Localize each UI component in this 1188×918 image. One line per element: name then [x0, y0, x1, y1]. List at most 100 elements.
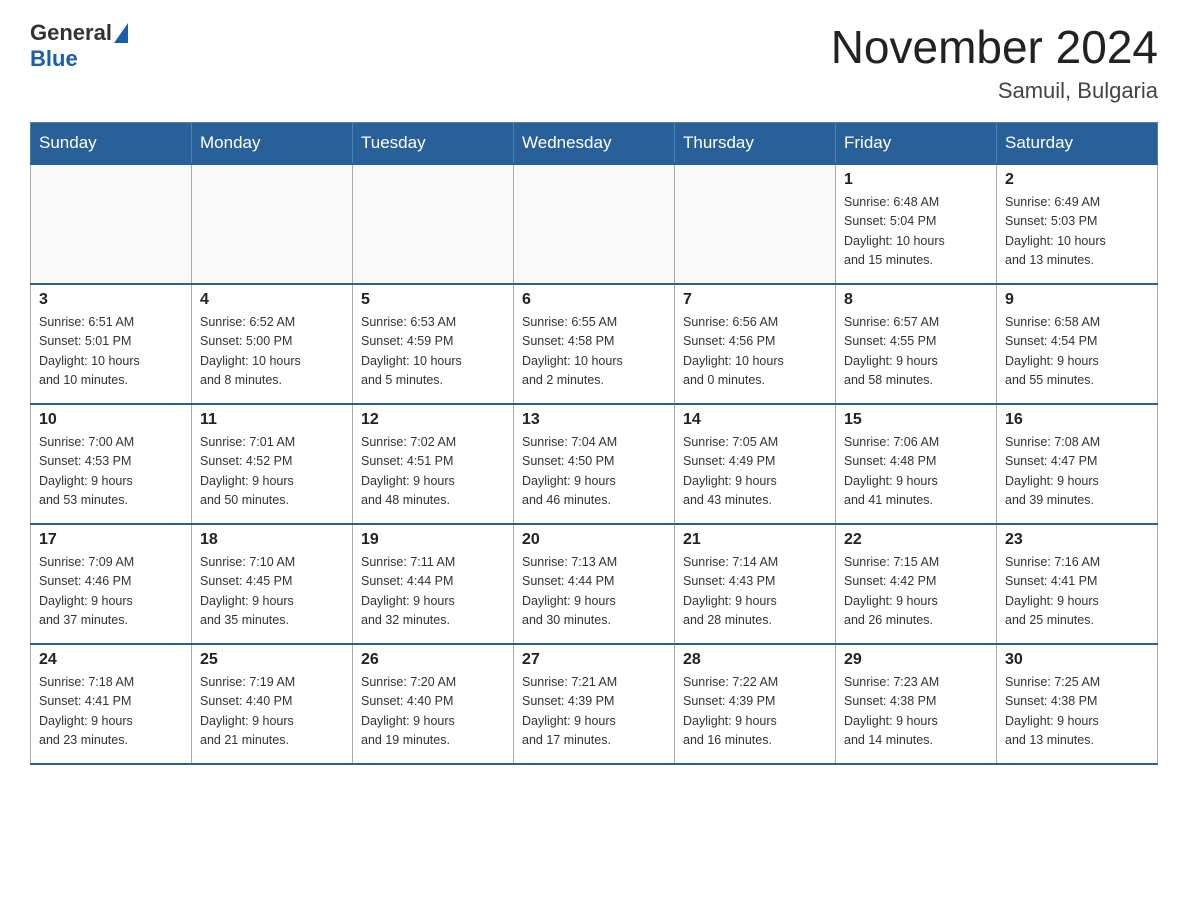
day-number: 18 [200, 531, 344, 549]
day-info: Sunrise: 7:01 AM Sunset: 4:52 PM Dayligh… [200, 433, 344, 511]
calendar-week-5: 24 Sunrise: 7:18 AM Sunset: 4:41 PM Dayli… [31, 644, 1158, 764]
day-info: Sunrise: 7:06 AM Sunset: 4:48 PM Dayligh… [844, 433, 988, 511]
day-info: Sunrise: 7:02 AM Sunset: 4:51 PM Dayligh… [361, 433, 505, 511]
day-info: Sunrise: 7:25 AM Sunset: 4:38 PM Dayligh… [1005, 673, 1149, 751]
day-number: 17 [39, 531, 183, 549]
day-info: Sunrise: 6:55 AM Sunset: 4:58 PM Dayligh… [522, 313, 666, 391]
calendar-cell: 12 Sunrise: 7:02 AM Sunset: 4:51 PM Dayli… [353, 404, 514, 524]
day-number: 24 [39, 651, 183, 669]
page-header: General Blue November 2024 Samuil, Bulga… [30, 20, 1158, 104]
day-info: Sunrise: 7:21 AM Sunset: 4:39 PM Dayligh… [522, 673, 666, 751]
day-number: 12 [361, 411, 505, 429]
day-number: 26 [361, 651, 505, 669]
calendar-cell: 27 Sunrise: 7:21 AM Sunset: 4:39 PM Dayli… [514, 644, 675, 764]
calendar-cell: 26 Sunrise: 7:20 AM Sunset: 4:40 PM Dayli… [353, 644, 514, 764]
calendar-cell: 24 Sunrise: 7:18 AM Sunset: 4:41 PM Dayli… [31, 644, 192, 764]
logo-blue: Blue [30, 46, 78, 72]
calendar-cell: 5 Sunrise: 6:53 AM Sunset: 4:59 PM Daylig… [353, 284, 514, 404]
calendar-cell: 6 Sunrise: 6:55 AM Sunset: 4:58 PM Daylig… [514, 284, 675, 404]
day-number: 3 [39, 291, 183, 309]
weekday-header-row: SundayMondayTuesdayWednesdayThursdayFrid… [31, 123, 1158, 165]
calendar-cell [31, 164, 192, 284]
calendar-cell [192, 164, 353, 284]
day-number: 29 [844, 651, 988, 669]
day-info: Sunrise: 7:18 AM Sunset: 4:41 PM Dayligh… [39, 673, 183, 751]
day-number: 9 [1005, 291, 1149, 309]
calendar-cell: 28 Sunrise: 7:22 AM Sunset: 4:39 PM Dayli… [675, 644, 836, 764]
calendar-week-1: 1 Sunrise: 6:48 AM Sunset: 5:04 PM Daylig… [31, 164, 1158, 284]
day-info: Sunrise: 7:22 AM Sunset: 4:39 PM Dayligh… [683, 673, 827, 751]
day-number: 1 [844, 171, 988, 189]
day-number: 7 [683, 291, 827, 309]
calendar-cell: 2Sunrise: 6:49 AM Sunset: 5:03 PM Daylig… [997, 164, 1158, 284]
day-number: 8 [844, 291, 988, 309]
weekday-header-sunday: Sunday [31, 123, 192, 165]
day-number: 27 [522, 651, 666, 669]
day-info: Sunrise: 7:00 AM Sunset: 4:53 PM Dayligh… [39, 433, 183, 511]
day-number: 15 [844, 411, 988, 429]
day-info: Sunrise: 7:11 AM Sunset: 4:44 PM Dayligh… [361, 553, 505, 631]
calendar-cell [514, 164, 675, 284]
calendar-cell: 22Sunrise: 7:15 AM Sunset: 4:42 PM Dayli… [836, 524, 997, 644]
day-number: 13 [522, 411, 666, 429]
day-info: Sunrise: 7:05 AM Sunset: 4:49 PM Dayligh… [683, 433, 827, 511]
day-number: 28 [683, 651, 827, 669]
calendar-cell: 20 Sunrise: 7:13 AM Sunset: 4:44 PM Dayli… [514, 524, 675, 644]
day-info: Sunrise: 7:10 AM Sunset: 4:45 PM Dayligh… [200, 553, 344, 631]
day-number: 20 [522, 531, 666, 549]
day-number: 4 [200, 291, 344, 309]
day-info: Sunrise: 7:09 AM Sunset: 4:46 PM Dayligh… [39, 553, 183, 631]
day-number: 10 [39, 411, 183, 429]
day-info: Sunrise: 7:08 AM Sunset: 4:47 PM Dayligh… [1005, 433, 1149, 511]
calendar-title: November 2024 [831, 20, 1158, 74]
calendar-cell: 3 Sunrise: 6:51 AM Sunset: 5:01 PM Daylig… [31, 284, 192, 404]
calendar-cell: 18 Sunrise: 7:10 AM Sunset: 4:45 PM Dayli… [192, 524, 353, 644]
day-info: Sunrise: 7:04 AM Sunset: 4:50 PM Dayligh… [522, 433, 666, 511]
weekday-header-wednesday: Wednesday [514, 123, 675, 165]
day-info: Sunrise: 7:14 AM Sunset: 4:43 PM Dayligh… [683, 553, 827, 631]
calendar-cell: 17 Sunrise: 7:09 AM Sunset: 4:46 PM Dayli… [31, 524, 192, 644]
calendar-cell: 13 Sunrise: 7:04 AM Sunset: 4:50 PM Dayli… [514, 404, 675, 524]
title-block: November 2024 Samuil, Bulgaria [831, 20, 1158, 104]
day-info: Sunrise: 6:48 AM Sunset: 5:04 PM Dayligh… [844, 193, 988, 271]
calendar-cell: 29Sunrise: 7:23 AM Sunset: 4:38 PM Dayli… [836, 644, 997, 764]
weekday-header-tuesday: Tuesday [353, 123, 514, 165]
day-number: 23 [1005, 531, 1149, 549]
calendar-cell [353, 164, 514, 284]
day-info: Sunrise: 6:53 AM Sunset: 4:59 PM Dayligh… [361, 313, 505, 391]
calendar-table: SundayMondayTuesdayWednesdayThursdayFrid… [30, 122, 1158, 765]
calendar-week-3: 10 Sunrise: 7:00 AM Sunset: 4:53 PM Dayli… [31, 404, 1158, 524]
calendar-week-2: 3 Sunrise: 6:51 AM Sunset: 5:01 PM Daylig… [31, 284, 1158, 404]
day-number: 25 [200, 651, 344, 669]
day-info: Sunrise: 7:20 AM Sunset: 4:40 PM Dayligh… [361, 673, 505, 751]
calendar-cell: 16 Sunrise: 7:08 AM Sunset: 4:47 PM Dayli… [997, 404, 1158, 524]
logo-general: General [30, 20, 112, 46]
day-number: 21 [683, 531, 827, 549]
day-number: 2 [1005, 171, 1149, 189]
calendar-subtitle: Samuil, Bulgaria [831, 78, 1158, 104]
day-info: Sunrise: 7:15 AM Sunset: 4:42 PM Dayligh… [844, 553, 988, 631]
day-info: Sunrise: 7:13 AM Sunset: 4:44 PM Dayligh… [522, 553, 666, 631]
calendar-cell: 15 Sunrise: 7:06 AM Sunset: 4:48 PM Dayli… [836, 404, 997, 524]
day-number: 11 [200, 411, 344, 429]
calendar-cell: 9Sunrise: 6:58 AM Sunset: 4:54 PM Daylig… [997, 284, 1158, 404]
day-number: 16 [1005, 411, 1149, 429]
calendar-cell: 4Sunrise: 6:52 AM Sunset: 5:00 PM Daylig… [192, 284, 353, 404]
calendar-cell: 8 Sunrise: 6:57 AM Sunset: 4:55 PM Daylig… [836, 284, 997, 404]
day-number: 5 [361, 291, 505, 309]
calendar-cell: 11 Sunrise: 7:01 AM Sunset: 4:52 PM Dayli… [192, 404, 353, 524]
calendar-cell: 10 Sunrise: 7:00 AM Sunset: 4:53 PM Dayli… [31, 404, 192, 524]
calendar-cell: 30Sunrise: 7:25 AM Sunset: 4:38 PM Dayli… [997, 644, 1158, 764]
calendar-week-4: 17 Sunrise: 7:09 AM Sunset: 4:46 PM Dayli… [31, 524, 1158, 644]
logo: General Blue [30, 20, 128, 72]
calendar-cell [675, 164, 836, 284]
calendar-cell: 21 Sunrise: 7:14 AM Sunset: 4:43 PM Dayli… [675, 524, 836, 644]
day-info: Sunrise: 6:57 AM Sunset: 4:55 PM Dayligh… [844, 313, 988, 391]
day-info: Sunrise: 6:51 AM Sunset: 5:01 PM Dayligh… [39, 313, 183, 391]
logo-triangle-icon [114, 23, 128, 43]
weekday-header-saturday: Saturday [997, 123, 1158, 165]
day-number: 14 [683, 411, 827, 429]
calendar-cell: 19Sunrise: 7:11 AM Sunset: 4:44 PM Dayli… [353, 524, 514, 644]
weekday-header-friday: Friday [836, 123, 997, 165]
day-number: 6 [522, 291, 666, 309]
